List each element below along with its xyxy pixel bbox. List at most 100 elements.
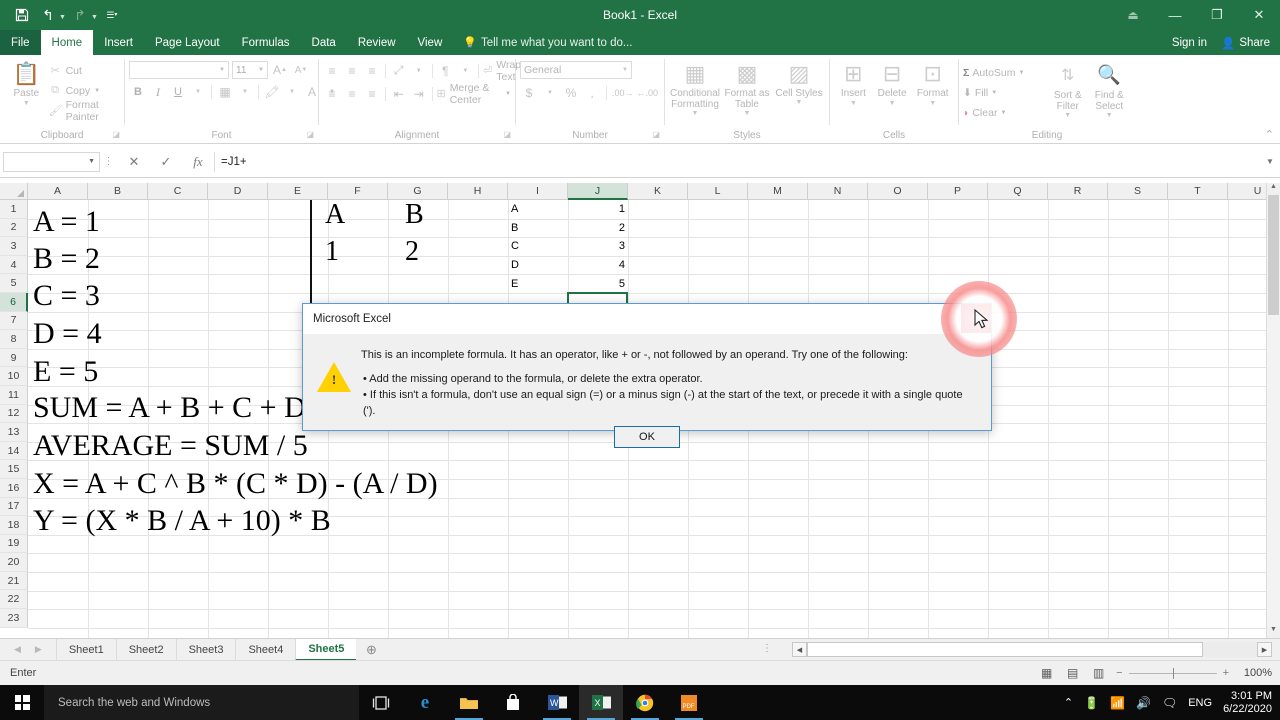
clipboard-dialog-launcher-icon[interactable]: ◪ [112, 128, 120, 142]
cell-styles-button[interactable]: ▨ Cell Styles ▼ [773, 59, 825, 107]
name-box[interactable]: ▼ [3, 151, 100, 172]
row-header-5[interactable]: 5 [0, 274, 28, 293]
accounting-dropdown-icon[interactable]: ▼ [541, 84, 559, 102]
column-header-c[interactable]: C [148, 183, 208, 200]
cell-I4[interactable]: D [508, 256, 568, 275]
row-header-7[interactable]: 7 [0, 311, 28, 331]
tab-file[interactable]: File [0, 30, 41, 55]
tab-review[interactable]: Review [347, 30, 407, 55]
save-icon[interactable] [10, 4, 34, 26]
bold-button[interactable]: B [129, 83, 147, 101]
format-cells-button[interactable]: ⊡ Format ▼ [911, 59, 954, 108]
add-sheet-icon[interactable]: ⊕ [356, 642, 386, 658]
page-break-view-icon[interactable]: ▥ [1090, 666, 1107, 681]
column-header-b[interactable]: B [88, 183, 148, 200]
row-header-1[interactable]: 1 [0, 200, 28, 219]
cell-I3[interactable]: C [508, 237, 568, 256]
show-hidden-icons[interactable]: ⌃ [1064, 696, 1073, 709]
column-header-i[interactable]: I [508, 183, 568, 200]
format-as-table-button[interactable]: ▩ Format as Table ▼ [721, 59, 773, 118]
row-header-20[interactable]: 20 [0, 553, 28, 572]
row-header-21[interactable]: 21 [0, 571, 28, 591]
cell-J4[interactable]: 4 [568, 256, 628, 275]
alignment-dialog-launcher-icon[interactable]: ◪ [503, 128, 511, 142]
row-header-9[interactable]: 9 [0, 348, 28, 368]
row-header-2[interactable]: 2 [0, 218, 28, 238]
tab-home[interactable]: Home [40, 30, 94, 55]
previous-sheet-icon[interactable]: ◀ [14, 644, 21, 655]
number-format-select[interactable]: General ▼ [520, 61, 632, 79]
row-header-18[interactable]: 18 [0, 516, 28, 535]
decrease-font-size-icon[interactable]: A ▼ [292, 61, 310, 79]
number-dialog-launcher-icon[interactable]: ◪ [652, 128, 660, 142]
column-header-m[interactable]: M [748, 183, 808, 200]
percent-format-icon[interactable]: % [562, 84, 580, 102]
cell-J3[interactable]: 3 [568, 237, 628, 256]
font-size-input[interactable]: 11 ▼ [232, 61, 268, 79]
dialog-close-button[interactable]: ✕ [961, 304, 991, 333]
scroll-down-arrow-icon[interactable]: ▼ [1267, 626, 1280, 638]
find-select-dropdown-icon[interactable]: ▼ [1106, 112, 1113, 120]
tab-data[interactable]: Data [301, 30, 347, 55]
column-header-p[interactable]: P [928, 183, 988, 200]
tab-split-grip[interactable]: ⋮ [762, 643, 773, 654]
column-header-j[interactable]: J [568, 183, 628, 200]
store-icon[interactable] [491, 685, 535, 720]
cell-I1[interactable]: A [508, 200, 568, 219]
horizontal-scroll-track[interactable] [807, 642, 1257, 657]
increase-decimal-icon[interactable]: .00→ [612, 84, 634, 102]
clear-button[interactable]: ◗ Clear ▼ [963, 103, 1048, 122]
taskbar-search-box[interactable]: Search the web and Windows [44, 685, 359, 720]
row-header-23[interactable]: 23 [0, 609, 28, 628]
align-right-icon[interactable]: ≡ [363, 85, 381, 103]
column-header-d[interactable]: D [208, 183, 268, 200]
row-header-12[interactable]: 12 [0, 404, 28, 424]
format-as-table-dropdown-icon[interactable]: ▼ [744, 110, 751, 118]
column-header-t[interactable]: T [1168, 183, 1228, 200]
increase-font-size-icon[interactable]: A ▲ [271, 61, 289, 79]
copy-button[interactable]: ⧉ Copy ▼ [49, 81, 120, 100]
borders-icon[interactable]: ▦ [216, 83, 234, 101]
scroll-left-arrow-icon[interactable]: ◀ [792, 642, 807, 657]
font-name-dropdown-icon[interactable]: ▼ [219, 67, 225, 73]
font-size-dropdown-icon[interactable]: ▼ [258, 67, 264, 73]
column-header-s[interactable]: S [1108, 183, 1168, 200]
minimize-button[interactable]: — [1154, 0, 1196, 30]
horizontal-scroll-thumb[interactable] [807, 642, 1203, 657]
zoom-out-button[interactable]: − [1116, 667, 1122, 679]
undo-dropdown-icon[interactable]: ▼ [59, 14, 66, 21]
row-header-22[interactable]: 22 [0, 590, 28, 610]
align-top-icon[interactable]: ≡ [323, 62, 341, 80]
scroll-right-arrow-icon[interactable]: ▶ [1257, 642, 1272, 657]
column-header-a[interactable]: A [28, 183, 88, 200]
edge-icon[interactable]: e [403, 685, 447, 720]
zoom-in-button[interactable]: + [1223, 667, 1229, 679]
action-center-icon[interactable]: 🗨 [1162, 696, 1177, 710]
formula-input[interactable]: =J1+ [214, 151, 1260, 172]
underline-dropdown-icon[interactable]: ▼ [189, 83, 207, 101]
clear-dropdown-icon[interactable]: ▼ [1000, 110, 1006, 116]
restore-button[interactable]: ❐ [1196, 0, 1238, 30]
language-indicator[interactable]: ENG [1188, 697, 1212, 709]
orientation-icon[interactable]: ⤢ [390, 62, 408, 80]
underline-button[interactable]: U [169, 83, 187, 101]
conditional-formatting-button[interactable]: ▦ Conditional Formatting ▼ [669, 59, 721, 118]
enter-formula-icon[interactable]: ✓ [150, 154, 182, 170]
word-icon[interactable]: W [535, 685, 579, 720]
autosum-dropdown-icon[interactable]: ▼ [1019, 70, 1025, 76]
row-header-16[interactable]: 16 [0, 478, 28, 498]
font-name-input[interactable]: ▼ [129, 61, 229, 79]
vertical-scrollbar[interactable]: ▲ ▼ [1266, 183, 1280, 638]
chrome-icon[interactable] [623, 685, 667, 720]
fill-color-dropdown-icon[interactable]: ▼ [283, 83, 301, 101]
merge-dropdown-icon[interactable]: ▼ [505, 91, 511, 97]
cell-styles-dropdown-icon[interactable]: ▼ [796, 99, 803, 107]
column-header-l[interactable]: L [688, 183, 748, 200]
row-header-14[interactable]: 14 [0, 441, 28, 461]
row-header-19[interactable]: 19 [0, 534, 28, 554]
redo-icon[interactable]: ↱ [68, 4, 92, 26]
fill-dropdown-icon[interactable]: ▼ [991, 90, 997, 96]
zoom-slider[interactable]: − + [1116, 667, 1229, 679]
increase-indent-icon[interactable]: ⇥ [410, 85, 428, 103]
tab-insert[interactable]: Insert [93, 30, 144, 55]
